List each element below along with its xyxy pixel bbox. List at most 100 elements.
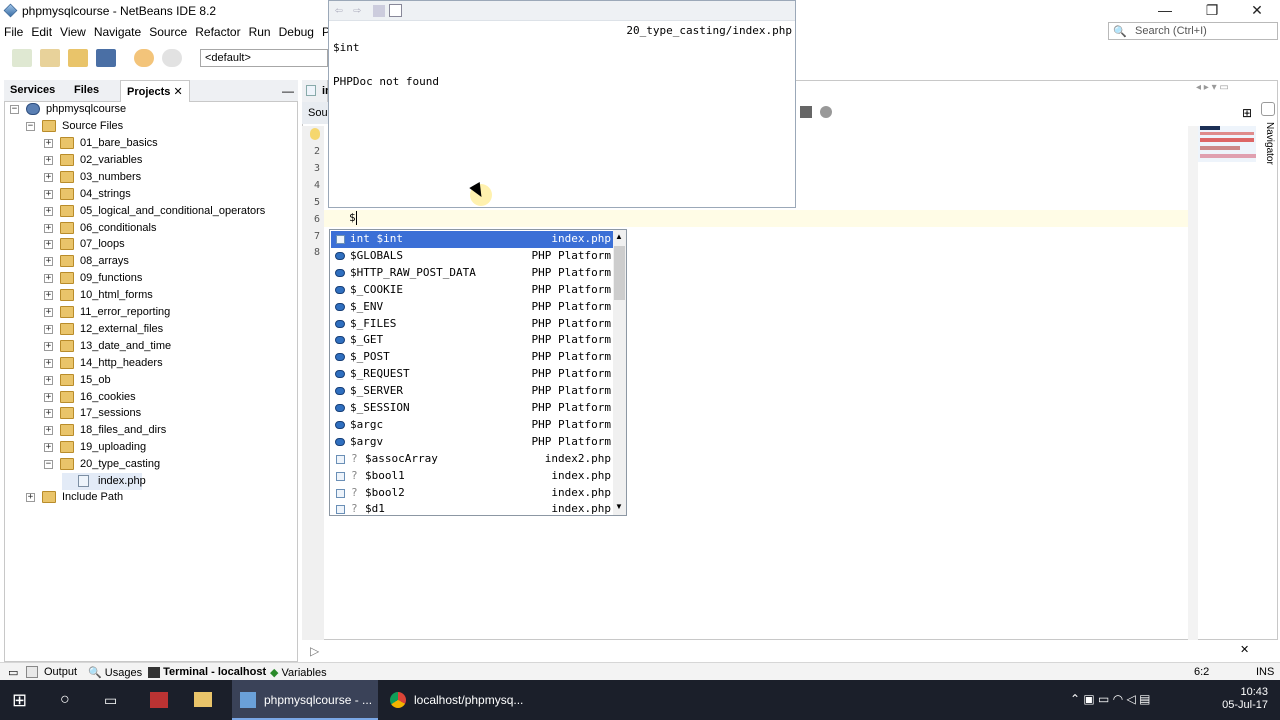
menu-view[interactable]: View: [56, 22, 90, 39]
expand-toggle-icon[interactable]: +: [44, 426, 53, 436]
expand-icon[interactable]: ▷: [310, 644, 319, 658]
completion-item[interactable]: $_FILES PHP Platform: [331, 316, 615, 333]
file-explorer-icon[interactable]: [194, 680, 214, 720]
tree-item-label: 06_conditionals: [80, 221, 157, 234]
editor-file-tab[interactable]: ind: [302, 80, 339, 102]
menu-source[interactable]: Source: [145, 22, 191, 39]
expand-toggle-icon[interactable]: +: [44, 206, 53, 216]
navigator-side-tab[interactable]: Navigator: [1259, 100, 1279, 200]
completion-item[interactable]: $_SERVER PHP Platform: [331, 383, 615, 400]
expand-toggle-icon[interactable]: +: [44, 189, 53, 199]
minimize-panel-icon[interactable]: —: [282, 84, 294, 98]
taskbar-netbeans[interactable]: phpmysqlcourse - ...: [232, 680, 378, 720]
completion-item[interactable]: ? $d1 index.php: [331, 501, 615, 518]
tab-terminal[interactable]: Terminal - localhost: [148, 666, 266, 678]
completion-item[interactable]: $GLOBALS PHP Platform: [331, 248, 615, 265]
scrollbar-thumb[interactable]: [614, 246, 625, 300]
expand-toggle-icon[interactable]: +: [44, 308, 53, 317]
completion-item[interactable]: $_GET PHP Platform: [331, 332, 615, 349]
scroll-up-icon[interactable]: ▲: [615, 232, 623, 241]
menu-run[interactable]: Run: [245, 22, 275, 39]
tab-services[interactable]: Services: [4, 80, 62, 102]
expand-toggle-icon[interactable]: +: [44, 139, 53, 148]
expand-toggle-icon[interactable]: +: [44, 155, 53, 165]
minimize-icon[interactable]: —: [1142, 0, 1188, 22]
menu-edit[interactable]: Edit: [27, 22, 56, 39]
menu-file[interactable]: File: [0, 22, 27, 39]
tree-item-label: 01_bare_basics: [80, 137, 158, 149]
menu-refactor[interactable]: Refactor: [191, 22, 244, 39]
expand-toggle-icon[interactable]: +: [44, 274, 53, 284]
completion-item[interactable]: ? $bool2 index.php: [331, 485, 615, 502]
restore-icon[interactable]: ❐: [1189, 0, 1235, 22]
close-tab-icon[interactable]: ✕: [173, 86, 182, 98]
tab-files[interactable]: Files: [68, 80, 118, 102]
open-browser-icon[interactable]: [389, 4, 402, 17]
redo-icon[interactable]: [162, 49, 182, 67]
expand-toggle-icon[interactable]: −: [44, 460, 53, 470]
goto-source-icon[interactable]: [373, 5, 385, 17]
lightbulb-icon[interactable]: [310, 128, 320, 140]
source-tab[interactable]: Sou: [302, 102, 328, 124]
expand-toggle-icon[interactable]: +: [44, 409, 53, 419]
forward-arrow-icon[interactable]: ⇨: [353, 3, 361, 18]
completion-item[interactable]: ? $assocArray index2.php: [331, 451, 615, 468]
config-select[interactable]: <default>: [200, 49, 328, 67]
php-platform-icon: [335, 319, 345, 328]
search-box[interactable]: 🔍 Search (Ctrl+I): [1108, 22, 1278, 40]
scroll-down-icon[interactable]: ▼: [615, 502, 623, 511]
editor-nav-arrows[interactable]: ◂ ▸ ▾ ▭: [1196, 82, 1229, 93]
completion-item[interactable]: $HTTP_RAW_POST_DATA PHP Platform: [331, 265, 615, 282]
back-arrow-icon[interactable]: ⇦: [335, 3, 343, 18]
expand-toggle-icon[interactable]: +: [26, 493, 35, 502]
tab-output[interactable]: Output: [26, 666, 77, 678]
completion-item[interactable]: $_ENV PHP Platform: [331, 299, 615, 316]
expand-toggle-icon[interactable]: +: [44, 172, 53, 182]
expand-toggle-icon[interactable]: +: [44, 223, 53, 233]
menu-navigate[interactable]: Navigate: [90, 22, 145, 39]
expand-toggle-icon[interactable]: +: [44, 240, 53, 250]
expand-toggle-icon[interactable]: +: [44, 341, 53, 351]
new-file-icon[interactable]: [12, 49, 32, 67]
current-line[interactable]: [324, 210, 1188, 227]
app-icon[interactable]: [150, 680, 170, 720]
menu-debug[interactable]: Debug: [275, 22, 318, 39]
completion-item[interactable]: $_COOKIE PHP Platform: [331, 282, 615, 299]
db-icon[interactable]: [820, 106, 832, 118]
split-icon[interactable]: ⊞: [1242, 106, 1252, 120]
completion-item[interactable]: int $int index.php: [331, 231, 615, 248]
undo-icon[interactable]: [134, 49, 154, 67]
tab-usages[interactable]: 🔍 Usages: [88, 666, 142, 679]
output-tab-icon: [26, 666, 38, 678]
expand-toggle-icon[interactable]: +: [44, 392, 53, 402]
expand-toggle-icon[interactable]: +: [44, 324, 53, 334]
completion-item[interactable]: $_SESSION PHP Platform: [331, 400, 615, 417]
completion-item[interactable]: $_POST PHP Platform: [331, 349, 615, 366]
tree-file-index[interactable]: index.php: [62, 472, 146, 490]
expand-toggle-icon[interactable]: +: [44, 358, 53, 368]
expand-toggle-icon[interactable]: +: [44, 443, 53, 453]
close-output-icon[interactable]: ✕: [1240, 643, 1249, 656]
toggle-icon[interactable]: [800, 106, 812, 118]
expand-toggle-icon[interactable]: −: [10, 105, 19, 114]
expand-toggle-icon[interactable]: −: [26, 122, 35, 131]
tab-projects[interactable]: Projects ✕: [120, 80, 190, 102]
completion-item[interactable]: $argc PHP Platform: [331, 417, 615, 434]
taskbar-chrome[interactable]: localhost/phpmysq...: [384, 680, 530, 720]
save-all-icon[interactable]: [96, 49, 116, 67]
open-project-icon[interactable]: [68, 49, 88, 67]
windows-start-icon[interactable]: ⊞: [12, 680, 36, 720]
close-icon[interactable]: ✕: [1234, 0, 1280, 22]
expand-toggle-icon[interactable]: +: [44, 257, 53, 267]
expand-toggle-icon[interactable]: +: [44, 291, 53, 301]
new-project-icon[interactable]: [40, 49, 60, 67]
completion-item[interactable]: ? $bool1 index.php: [331, 468, 615, 485]
completion-item[interactable]: $_REQUEST PHP Platform: [331, 366, 615, 383]
task-view-icon[interactable]: ▭: [104, 680, 124, 720]
tray-icons[interactable]: ⌃ ▣ ▭ ◠ ◁ ▤: [1070, 692, 1150, 706]
clock[interactable]: 10:43 05-Jul-17: [1222, 686, 1268, 712]
tab-variables[interactable]: ◆ Variables: [270, 666, 327, 679]
cortana-icon[interactable]: ○: [60, 680, 78, 720]
completion-item[interactable]: $argv PHP Platform: [331, 434, 615, 451]
expand-toggle-icon[interactable]: +: [44, 375, 53, 385]
